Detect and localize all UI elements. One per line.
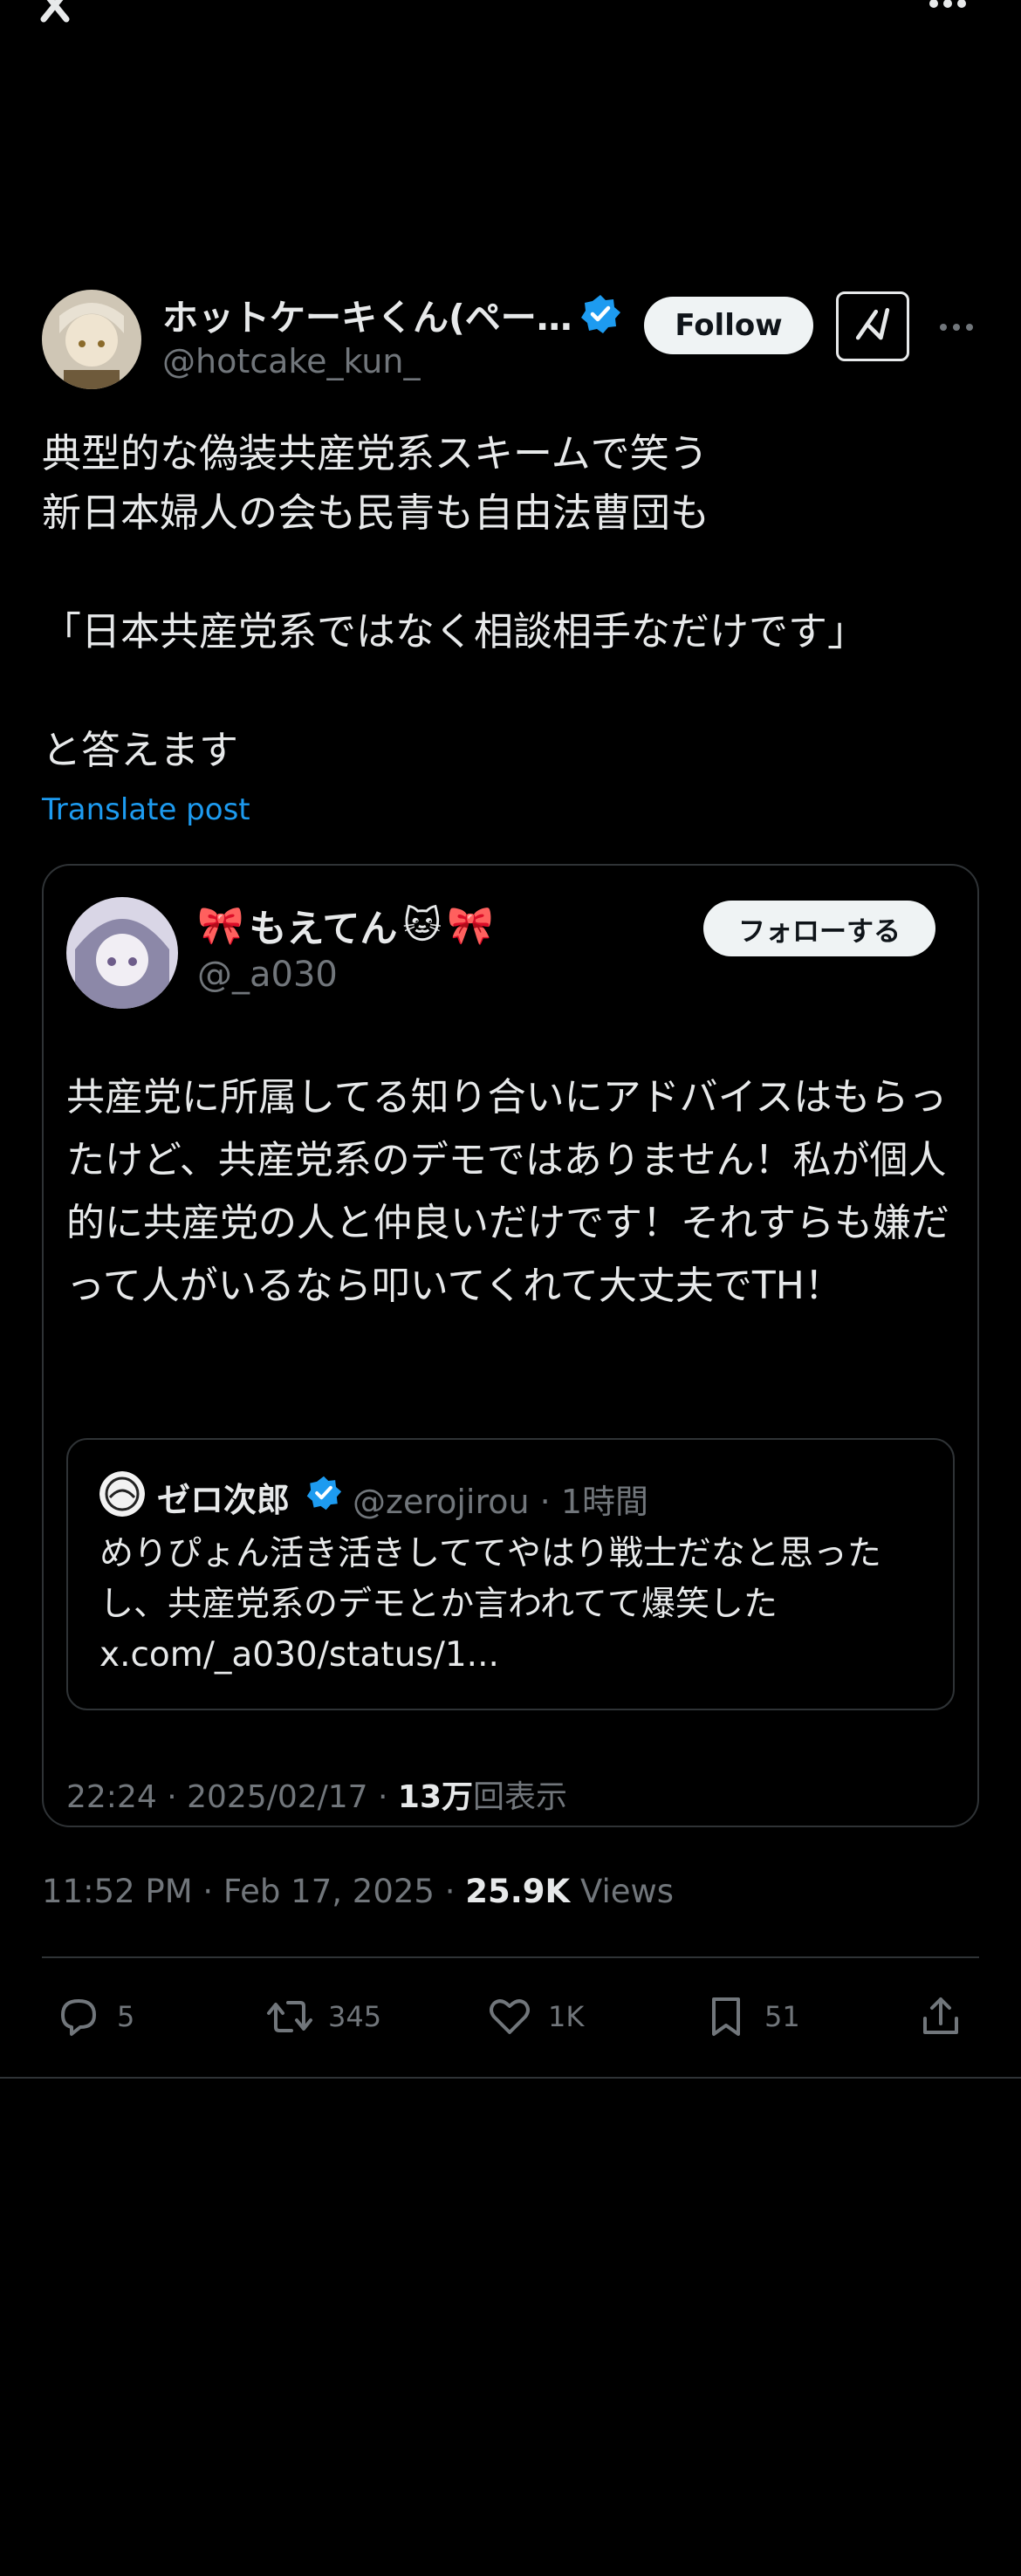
tweet-text: 典型的な偽装共産党系スキームで笑う 新日本婦人の会も民青も自由法曹団も 「日本共… xyxy=(42,430,867,773)
post-views-count: 25.9K xyxy=(465,1873,571,1910)
nested-quote-author-name[interactable]: ゼロ次郎 xyxy=(157,1473,290,1521)
bookmark-icon xyxy=(712,1997,740,2036)
post-meta: 11:52 PM · Feb 17, 2025 · 25.9K Views xyxy=(42,1873,674,1910)
repost-count: 345 xyxy=(328,2000,382,2033)
follow-button[interactable]: Follow xyxy=(644,297,813,354)
grok-icon[interactable] xyxy=(836,291,909,361)
quote-follow-button[interactable]: フォローする xyxy=(703,901,935,956)
quote-author-name[interactable]: 🎀 もえてん 🐱 🎀 xyxy=(197,899,494,953)
share-icon xyxy=(923,1997,958,2034)
repost-icon xyxy=(267,2001,312,2032)
quote-name-text: もえてん xyxy=(249,908,398,951)
author-avatar[interactable] xyxy=(42,290,141,389)
quote-views-count: 13万 xyxy=(397,1779,474,1815)
cat-emoji: 🐱 xyxy=(402,904,442,948)
bookmark-count: 51 xyxy=(764,2000,800,2033)
nested-quote-text: めりぴょん活き活きしててやはり戦士だなと思ったし、共産党系のデモとか言われてて爆… xyxy=(99,1534,881,1675)
like-count: 1K xyxy=(548,2000,585,2033)
more-icon[interactable] xyxy=(927,0,969,14)
divider xyxy=(42,1956,979,1958)
author-handle[interactable]: @hotcake_kun_ xyxy=(162,342,420,380)
quote-meta: 22:24 · 2025/02/17 · 13万回表示 xyxy=(66,1771,567,1817)
quote-text: 共産党に所属してる知り合いにアドバイスはもらったけど、共産党系のデモではありませ… xyxy=(66,1075,949,1308)
repost-button[interactable]: 345 xyxy=(265,1990,381,2044)
quote-time: 22:24 · 2025/02/17 · xyxy=(66,1779,398,1815)
verified-badge-icon xyxy=(305,1475,342,1511)
quote-author-handle[interactable]: @_a030 xyxy=(197,955,338,995)
bookmark-button[interactable]: 51 xyxy=(702,1990,800,2044)
ribbon-emoji: 🎀 xyxy=(197,904,244,948)
nested-quote-avatar[interactable] xyxy=(99,1471,145,1517)
post-views-label: Views xyxy=(579,1873,675,1910)
nested-quote-handle[interactable]: @zerojirou · 1時間 xyxy=(353,1475,648,1523)
heart-icon xyxy=(490,1999,530,2034)
quote-avatar[interactable] xyxy=(66,897,178,1009)
verified-badge-icon xyxy=(579,293,621,335)
like-button[interactable]: 1K xyxy=(485,1990,584,2044)
ribbon-emoji: 🎀 xyxy=(447,904,494,948)
divider xyxy=(0,2077,1021,2079)
x-logo-icon[interactable] xyxy=(40,0,101,31)
share-button[interactable] xyxy=(916,1990,965,2044)
translate-post-link[interactable]: Translate post xyxy=(42,792,250,827)
reply-button[interactable]: 5 xyxy=(54,1990,134,2044)
author-name[interactable]: ホットケーキくん(ペー… xyxy=(162,288,572,340)
reply-count: 5 xyxy=(117,2000,135,2033)
reply-icon xyxy=(61,1999,96,2036)
post-more-icon[interactable] xyxy=(937,314,976,340)
quote-views-label: 回表示 xyxy=(473,1779,568,1815)
post-time[interactable]: 11:52 PM · Feb 17, 2025 · xyxy=(42,1873,465,1910)
